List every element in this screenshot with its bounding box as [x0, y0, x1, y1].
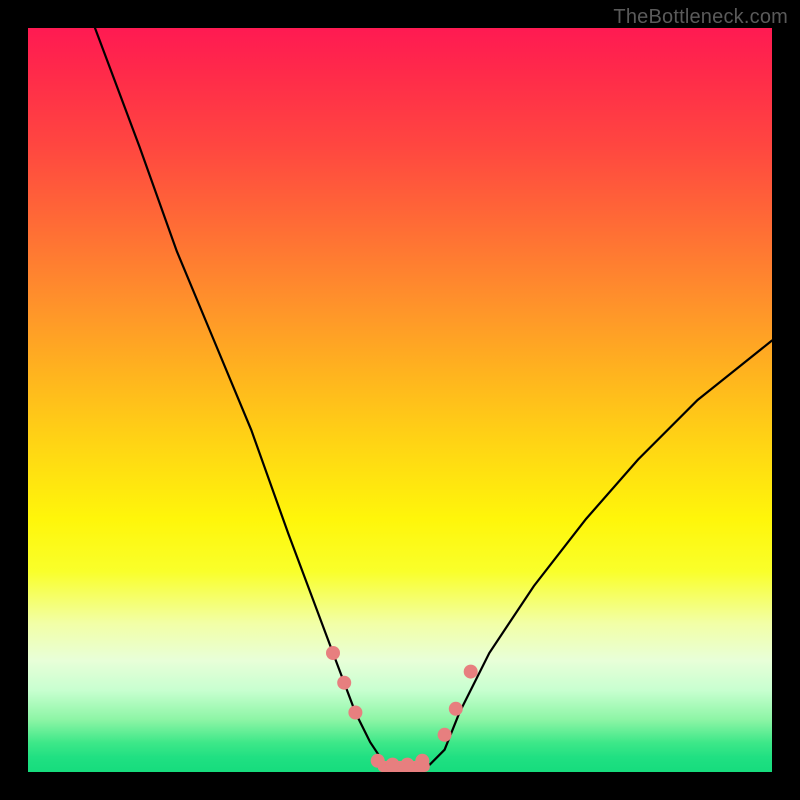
marker-left-cluster-mid [337, 676, 351, 690]
marker-trough-1 [371, 754, 385, 768]
marker-trough-4 [415, 754, 429, 768]
marker-left-cluster-top [326, 646, 340, 660]
marker-group [326, 646, 478, 772]
plot-area [28, 28, 772, 772]
marker-left-cluster-low [348, 706, 362, 720]
marker-trough-2 [386, 758, 400, 772]
chart-frame: TheBottleneck.com [0, 0, 800, 800]
curve-svg [28, 28, 772, 772]
marker-right-cluster-top [464, 665, 478, 679]
marker-trough-3 [400, 758, 414, 772]
marker-right-cluster-mid [449, 702, 463, 716]
watermark-text: TheBottleneck.com [613, 6, 788, 29]
marker-right-cluster-low [438, 728, 452, 742]
bottleneck-curve [95, 28, 772, 768]
